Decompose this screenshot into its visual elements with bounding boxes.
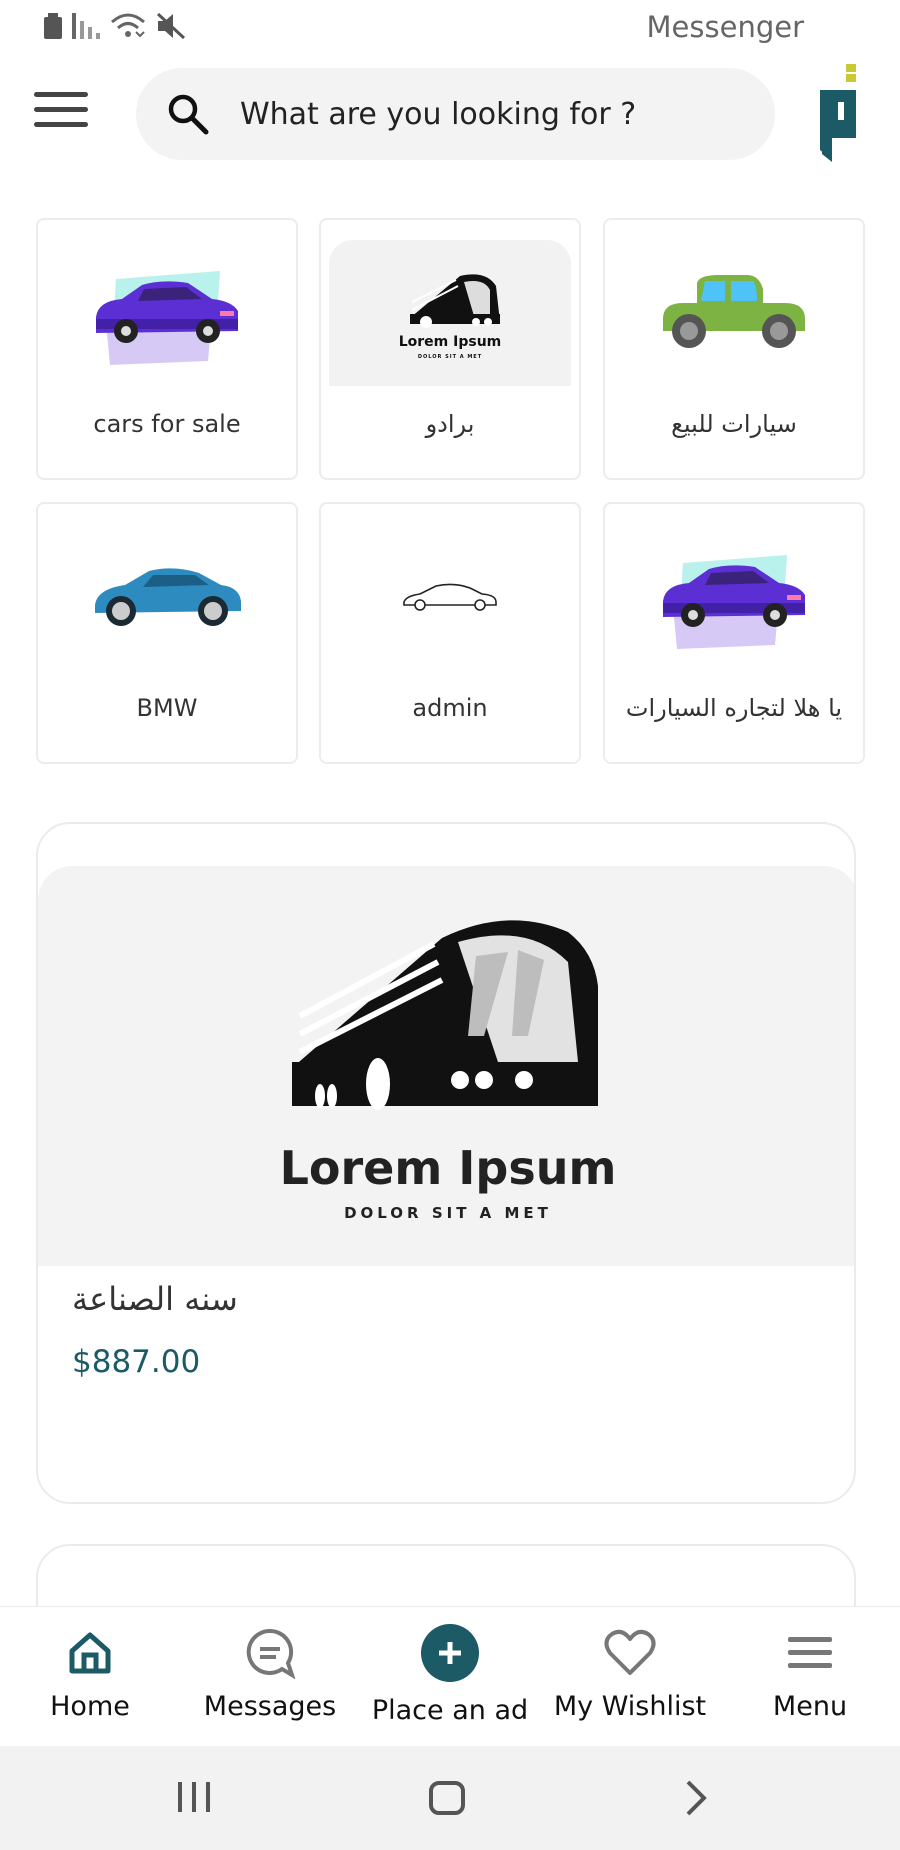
nav-menu[interactable]: Menu: [720, 1621, 900, 1741]
home-button-icon[interactable]: [428, 1780, 466, 1816]
category-image: [605, 238, 863, 388]
search-bar[interactable]: [136, 68, 775, 160]
purple-car-icon: [663, 555, 805, 649]
green-vintage-car-icon: [663, 275, 805, 348]
category-image: [605, 522, 863, 672]
battery-icon: [44, 13, 62, 39]
status-app-name: Messenger: [646, 10, 804, 44]
nav-label: My Wishlist: [553, 1691, 707, 1722]
system-nav: [0, 1746, 900, 1850]
category-card[interactable]: admin: [319, 502, 581, 764]
heart-icon: [604, 1629, 656, 1675]
category-label: برادو: [425, 410, 475, 438]
purple-car-icon: [96, 271, 238, 365]
status-bar: Messenger: [0, 0, 900, 52]
search-icon[interactable]: [166, 92, 210, 136]
outline-car-icon: [403, 583, 497, 611]
plus-circle-icon: [421, 1624, 479, 1682]
category-image: [38, 238, 296, 388]
category-card[interactable]: سيارات للبيع: [603, 218, 865, 480]
nav-home[interactable]: Home: [0, 1621, 180, 1741]
category-label: admin: [412, 694, 488, 722]
bus-logo-icon: Lorem Ipsum DOLOR SIT A MET: [399, 274, 502, 360]
brand-logo[interactable]: [814, 62, 860, 166]
featured-logo-subtitle: DOLOR SIT A MET: [344, 1204, 552, 1222]
product-title: سنه الصناعة: [72, 1280, 238, 1318]
product-card[interactable]: Lorem Ipsum DOLOR SIT A MET سنه الصناعة …: [36, 822, 856, 1504]
nav-messages[interactable]: Messages: [180, 1621, 360, 1741]
messages-icon: [246, 1628, 296, 1679]
category-label: BMW: [136, 694, 198, 722]
search-input[interactable]: [240, 88, 740, 140]
category-image: [321, 522, 579, 672]
category-label: يا هلا لتجاره السيارات: [625, 694, 843, 722]
wifi-icon: [111, 13, 145, 38]
category-card[interactable]: BMW: [36, 502, 298, 764]
home-icon: [69, 1632, 111, 1674]
menu-icon: [788, 1637, 832, 1668]
category-image: [38, 522, 296, 672]
nav-label: Menu: [772, 1691, 848, 1722]
hamburger-icon[interactable]: [34, 92, 88, 134]
blue-sports-car-icon: [95, 568, 241, 626]
nav-label: Home: [50, 1691, 130, 1722]
bus-logo-icon: Lorem Ipsum DOLOR SIT A MET: [280, 920, 617, 1222]
category-card[interactable]: cars for sale: [36, 218, 298, 480]
product-price: $887.00: [72, 1344, 201, 1380]
category-card[interactable]: يا هلا لتجاره السيارات: [603, 502, 865, 764]
nav-wishlist[interactable]: My Wishlist: [540, 1621, 720, 1741]
recent-apps-icon[interactable]: [176, 1782, 212, 1812]
category-label: سيارات للبيع: [671, 410, 797, 438]
mute-icon: [156, 12, 186, 40]
featured-logo-title: Lorem Ipsum: [280, 1141, 617, 1195]
bottom-nav: Home Messages Place an ad My Wishlist Me…: [0, 1606, 900, 1746]
category-image: Lorem Ipsum DOLOR SIT A MET: [329, 240, 571, 386]
bus-logo-subtitle: DOLOR SIT A MET: [418, 354, 482, 360]
nav-place-ad[interactable]: Place an ad: [360, 1621, 540, 1741]
category-card[interactable]: Lorem Ipsum DOLOR SIT A MET برادو: [319, 218, 581, 480]
nav-label: Place an ad: [371, 1695, 529, 1726]
bus-logo-title: Lorem Ipsum: [399, 334, 502, 350]
category-label: cars for sale: [93, 410, 241, 438]
product-image[interactable]: Lorem Ipsum DOLOR SIT A MET: [38, 866, 854, 1266]
signal-icon: [72, 13, 100, 39]
status-icons: [44, 12, 186, 40]
nav-label: Messages: [203, 1691, 337, 1722]
back-icon[interactable]: [684, 1780, 708, 1816]
